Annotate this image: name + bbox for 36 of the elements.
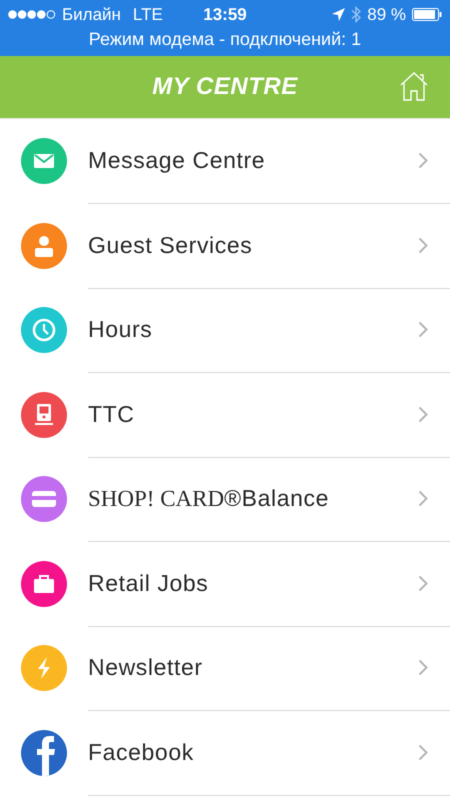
menu-label: TTC [88, 400, 136, 428]
chevron-right-icon [418, 321, 428, 338]
network-type: LTE [132, 4, 163, 24]
chevron-right-icon [418, 490, 428, 508]
menu-item[interactable]: Message Centre [0, 119, 450, 204]
menu-label: Message Centre [88, 147, 266, 174]
bluetooth-icon [351, 6, 362, 23]
chevron-right-icon [418, 574, 428, 592]
menu-item[interactable]: SHOP! CARD®Balance [0, 457, 450, 542]
home-icon [400, 71, 428, 101]
signal-icon [8, 10, 56, 19]
menu-item[interactable]: Newsletter [0, 626, 450, 710]
screen-title: MY CENTRE [152, 73, 298, 101]
menu-item[interactable]: Retail Jobs [0, 542, 450, 626]
menu-label: Newsletter [88, 654, 204, 682]
chevron-right-icon [418, 659, 428, 676]
menu-label: SHOP! CARD®Balance [88, 485, 330, 512]
menu-item[interactable]: Guest Services [0, 204, 450, 288]
carrier-name: Билайн [62, 4, 121, 24]
chevron-right-icon [418, 236, 428, 254]
home-button[interactable] [400, 71, 428, 101]
menu-label: Hours [88, 316, 154, 344]
menu-item[interactable]: Facebook [0, 710, 450, 795]
menu-item[interactable]: Hours [0, 288, 450, 372]
battery-icon [412, 8, 442, 21]
chevron-right-icon [418, 406, 428, 423]
chevron-right-icon [418, 152, 428, 170]
hotspot-banner[interactable]: Режим модема - подключений: 1 [88, 29, 362, 50]
location-icon [332, 8, 346, 21]
menu-item[interactable]: TTC [0, 372, 450, 457]
menu-label: Guest Services [88, 232, 254, 259]
menu-label: Facebook [88, 738, 195, 766]
chevron-right-icon [418, 744, 428, 761]
menu-label: Retail Jobs [88, 570, 210, 597]
battery-percent: 89 % [367, 4, 406, 24]
status-time: 13:59 [203, 5, 247, 25]
